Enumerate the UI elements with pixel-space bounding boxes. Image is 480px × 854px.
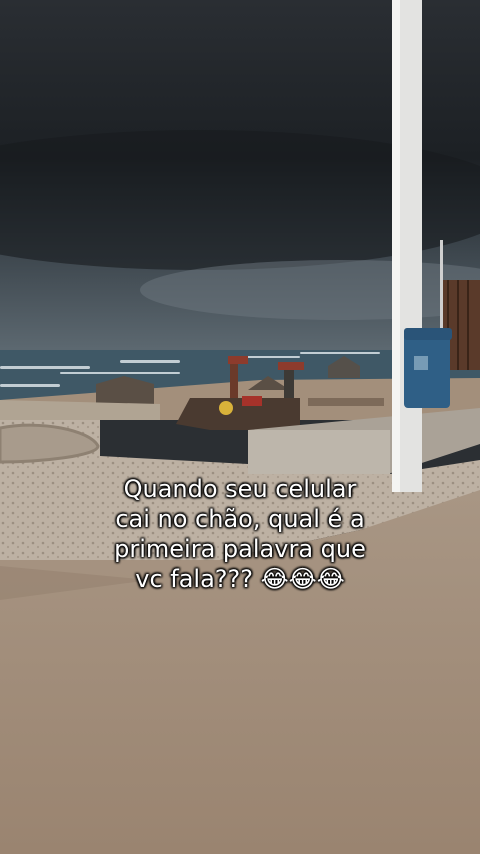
caption-line-4: vc fala??? 😂😂😂 [135,565,345,593]
wooden-bench [308,398,384,406]
caption-overlay: Quando seu celular cai no chão, qual é a… [40,474,440,594]
trash-bin-icon [404,328,452,408]
beach-photo [0,0,480,854]
caption-line-1: Quando seu celular [123,475,357,503]
caption-line-3: primeira palavra que [114,535,366,563]
caption-line-2: cai no chão, qual é a [115,505,365,533]
